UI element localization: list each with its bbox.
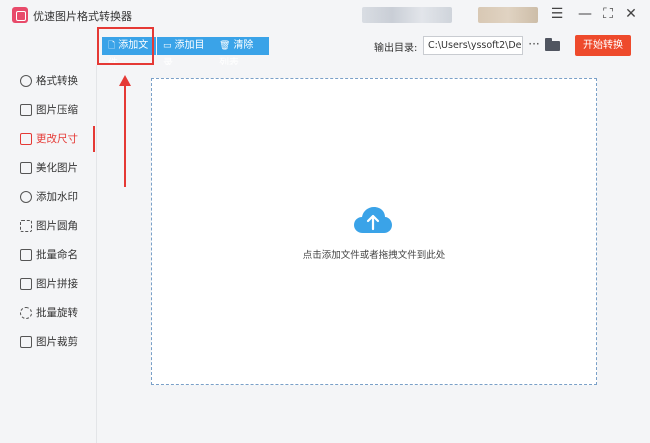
sidebar-item-label: 更改尺寸 <box>36 133 78 145</box>
sidebar-item-label: 批量旋转 <box>36 307 78 319</box>
drop-zone-hint: 点击添加文件或者拖拽文件到此处 <box>302 250 446 261</box>
annotation-highlight-box <box>97 27 154 65</box>
sidebar-item-label: 批量命名 <box>36 249 78 261</box>
beautify-icon <box>20 162 32 174</box>
sidebar-item-resize[interactable]: 更改尺寸 <box>0 126 95 152</box>
app-logo-icon <box>12 7 28 23</box>
rename-icon <box>20 249 32 261</box>
rotate-icon <box>20 307 32 319</box>
crop-icon <box>20 336 32 348</box>
output-path-field[interactable]: C:\Users\yssoft2\Deskt <box>423 36 523 55</box>
sidebar-item-label: 图片压缩 <box>36 104 78 116</box>
sidebar-item-batch-rename[interactable]: 批量命名 <box>0 242 95 268</box>
compress-icon <box>20 104 32 116</box>
cloud-upload-icon <box>354 207 392 233</box>
annotation-arrow <box>124 84 126 187</box>
sidebar-item-stitch[interactable]: 图片拼接 <box>0 271 95 297</box>
sidebar-item-batch-rotate[interactable]: 批量旋转 <box>0 300 95 326</box>
maximize-icon[interactable]: ⛶ <box>599 5 617 23</box>
watermark-icon <box>20 191 32 203</box>
sidebar-item-crop[interactable]: 图片裁剪 <box>0 329 95 355</box>
blurred-account-info <box>362 7 452 23</box>
close-icon[interactable]: ✕ <box>622 5 640 23</box>
folder-outline-icon: ▭ <box>163 41 172 51</box>
sidebar-item-label: 图片圆角 <box>36 220 78 232</box>
clear-list-button[interactable]: 🗑 清除列表 <box>213 37 269 69</box>
sidebar-item-compress[interactable]: 图片压缩 <box>0 97 95 123</box>
sidebar-item-label: 图片裁剪 <box>36 336 78 348</box>
sidebar: 格式转换 图片压缩 更改尺寸 美化图片 添加水印 图片圆角 批量命名 图片拼接 … <box>0 65 95 443</box>
app-title: 优速图片格式转换器 <box>33 10 132 23</box>
stitch-icon <box>20 278 32 290</box>
sidebar-item-watermark[interactable]: 添加水印 <box>0 184 95 210</box>
sidebar-item-label: 格式转换 <box>36 75 78 87</box>
trash-icon: 🗑 <box>219 41 231 51</box>
resize-icon <box>20 133 32 145</box>
sidebar-item-label: 美化图片 <box>36 162 78 174</box>
minimize-icon[interactable]: — <box>576 5 594 23</box>
output-directory-label: 输出目录: <box>374 43 418 54</box>
blurred-avatar <box>478 7 538 23</box>
round-corner-icon <box>20 220 32 232</box>
sidebar-item-round-corner[interactable]: 图片圆角 <box>0 213 95 239</box>
title-bar: 优速图片格式转换器 ☰ — ⛶ ✕ <box>0 0 650 30</box>
more-options-button[interactable]: ··· <box>527 36 541 55</box>
convert-icon <box>20 75 32 87</box>
menu-icon[interactable]: ☰ <box>548 5 566 23</box>
file-drop-zone[interactable]: 点击添加文件或者拖拽文件到此处 <box>151 78 597 385</box>
open-folder-icon[interactable] <box>545 38 560 51</box>
add-directory-button[interactable]: ▭ 添加目录 <box>157 37 213 69</box>
sidebar-item-label: 添加水印 <box>36 191 78 203</box>
sidebar-item-format-convert[interactable]: 格式转换 <box>0 68 95 94</box>
sidebar-item-label: 图片拼接 <box>36 278 78 290</box>
start-convert-button[interactable]: 开始转换 <box>575 35 631 56</box>
sidebar-item-beautify[interactable]: 美化图片 <box>0 155 95 181</box>
